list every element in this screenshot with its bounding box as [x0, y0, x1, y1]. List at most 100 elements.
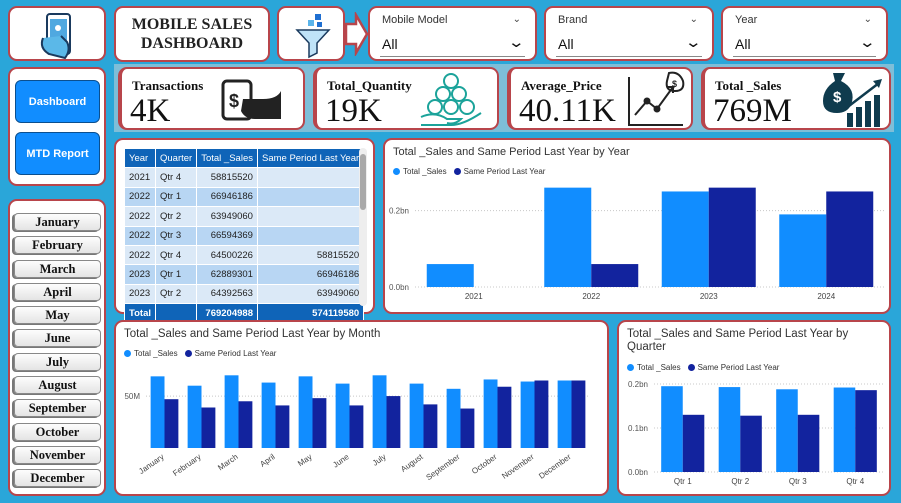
bar-same-period-last-year[interactable]: [275, 405, 290, 448]
filter-icon-card[interactable]: [277, 6, 345, 61]
bar-same-period-last-year[interactable]: [797, 414, 820, 472]
x-tick-label: August: [399, 452, 425, 474]
kpi-title: Average_Price: [521, 78, 602, 93]
month-item[interactable]: July: [14, 353, 101, 371]
bar-total-sales[interactable]: [776, 389, 798, 472]
table-row[interactable]: 2023 Qtr 1 62889301 66946186: [124, 264, 365, 285]
bar-total-sales[interactable]: [409, 383, 424, 448]
svg-text:$: $: [229, 91, 239, 111]
col-header-same-period[interactable]: Same Period Last Year: [256, 147, 365, 169]
bar-total-sales[interactable]: [426, 264, 474, 287]
y-tick-label: 0.2bn: [389, 207, 409, 216]
bar-same-period-last-year[interactable]: [386, 396, 401, 448]
table-cell: Qtr 2: [154, 206, 198, 227]
month-item[interactable]: June: [14, 329, 101, 347]
month-chart-card: Total _Sales and Same Period Last Year b…: [114, 320, 609, 496]
year-label: Year: [735, 14, 758, 26]
phone-logo-card: [8, 6, 106, 61]
chevron-down-icon: ⌄: [689, 14, 698, 25]
bar-total-sales[interactable]: [372, 375, 387, 448]
month-item[interactable]: September: [14, 399, 101, 417]
bar-same-period-last-year[interactable]: [497, 386, 512, 448]
dropdown-underline: [556, 56, 702, 57]
bar-total-sales[interactable]: [335, 383, 350, 448]
bar-same-period-last-year[interactable]: [591, 264, 639, 287]
bar-same-period-last-year[interactable]: [708, 187, 756, 287]
dashboard-button[interactable]: Dashboard: [15, 80, 100, 123]
col-header-year[interactable]: Year: [124, 147, 156, 169]
chevron-down-icon[interactable]: ⌄: [508, 33, 526, 51]
year-dropdown[interactable]: Year ⌄ All ⌄: [721, 6, 888, 61]
mobile-model-value: All: [382, 36, 398, 52]
bar-same-period-last-year[interactable]: [682, 414, 705, 472]
bar-total-sales[interactable]: [483, 379, 498, 448]
y-tick-label: 0.1bn: [628, 424, 648, 433]
table-scrollbar-track[interactable]: [359, 148, 367, 306]
table-row[interactable]: 2023 Qtr 2 64392563 63949060: [124, 283, 365, 305]
bar-total-sales[interactable]: [520, 381, 535, 448]
table-scrollbar-thumb[interactable]: [360, 154, 366, 210]
table-cell: 2022: [124, 225, 156, 246]
mtd-report-button[interactable]: MTD Report: [15, 132, 100, 175]
bar-total-sales[interactable]: [261, 382, 276, 448]
bar-same-period-last-year[interactable]: [238, 401, 253, 448]
growth-chart-icon: $: [628, 71, 685, 126]
bar-same-period-last-year[interactable]: [855, 390, 877, 472]
y-tick-label: 0.0bn: [628, 468, 648, 477]
month-item[interactable]: April: [14, 283, 101, 301]
bar-total-sales[interactable]: [544, 187, 592, 287]
bar-same-period-last-year[interactable]: [312, 398, 327, 448]
bar-total-sales[interactable]: [718, 387, 741, 472]
bar-total-sales[interactable]: [557, 380, 572, 449]
x-tick-label: 2023: [700, 292, 718, 301]
bar-total-sales[interactable]: [779, 214, 827, 287]
bar-total-sales[interactable]: [833, 387, 856, 472]
bar-total-sales[interactable]: [661, 386, 683, 472]
kpi-card-total-sales: Total _Sales 769M $: [701, 67, 891, 130]
table-cell: 66594369: [196, 225, 258, 246]
bar-total-sales[interactable]: [446, 388, 461, 448]
bar-total-sales[interactable]: [187, 385, 202, 448]
bar-same-period-last-year[interactable]: [423, 404, 438, 448]
bar-same-period-last-year[interactable]: [349, 405, 364, 448]
mobile-model-label: Mobile Model: [382, 14, 448, 26]
table-cell: 63949060: [256, 283, 365, 305]
month-item[interactable]: January: [14, 213, 101, 231]
bar-total-sales[interactable]: [661, 191, 709, 287]
bar-same-period-last-year[interactable]: [740, 415, 762, 472]
bar-same-period-last-year[interactable]: [460, 408, 475, 448]
table-row[interactable]: 2021 Qtr 4 58815520: [124, 167, 365, 188]
bar-total-sales[interactable]: [298, 376, 313, 448]
chevron-down-icon[interactable]: ⌄: [685, 33, 703, 51]
bar-same-period-last-year[interactable]: [164, 399, 179, 448]
table-cell: [256, 167, 365, 188]
chevron-down-icon[interactable]: ⌄: [859, 33, 877, 51]
month-item[interactable]: March: [14, 260, 101, 278]
bar-same-period-last-year[interactable]: [534, 380, 549, 449]
quarter-chart-card: Total _Sales and Same Period Last Year b…: [617, 320, 891, 496]
month-item[interactable]: February: [14, 236, 101, 254]
bar-same-period-last-year[interactable]: [571, 380, 586, 449]
table-row[interactable]: 2022 Qtr 3 66594369: [124, 225, 365, 246]
col-header-quarter[interactable]: Quarter: [154, 147, 198, 169]
brand-dropdown[interactable]: Brand ⌄ All ⌄: [544, 6, 714, 61]
kpi-value: 769M: [713, 93, 792, 129]
mobile-model-dropdown[interactable]: Mobile Model ⌄ All ⌄: [368, 6, 537, 61]
month-item[interactable]: December: [14, 469, 101, 487]
table-row[interactable]: 2022 Qtr 1 66946186: [124, 186, 365, 208]
month-item[interactable]: November: [14, 446, 101, 464]
table-cell: [256, 206, 365, 227]
table-row[interactable]: 2022 Qtr 2 63949060: [124, 206, 365, 227]
month-item[interactable]: May: [14, 306, 101, 324]
bar-total-sales[interactable]: [150, 376, 165, 448]
col-header-total-sales[interactable]: Total _Sales: [196, 147, 258, 169]
bar-same-period-last-year[interactable]: [201, 407, 216, 449]
month-item[interactable]: October: [14, 423, 101, 441]
x-tick-label: July: [371, 452, 388, 468]
bar-same-period-last-year[interactable]: [826, 191, 874, 287]
table-row[interactable]: 2022 Qtr 4 64500226 58815520: [124, 244, 365, 266]
table-cell: Qtr 4: [154, 244, 198, 266]
bar-total-sales[interactable]: [224, 375, 239, 448]
month-item[interactable]: August: [14, 376, 101, 394]
kpi-card-average-price: Average_Price 40.11K $: [507, 67, 693, 130]
